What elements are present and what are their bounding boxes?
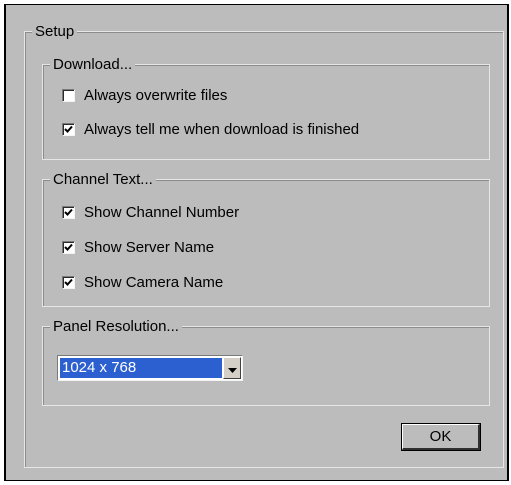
show-channel-number-checkbox[interactable]	[62, 206, 75, 219]
overwrite-files-option[interactable]: Always overwrite files	[62, 87, 227, 104]
setup-legend: Setup	[32, 23, 78, 40]
checkmark-icon	[64, 125, 73, 133]
panel-resolution-legend: Panel Resolution...	[50, 318, 182, 335]
checkmark-icon	[64, 208, 73, 216]
download-group: Download... Always overwrite files Alway…	[42, 56, 490, 160]
overwrite-files-checkbox[interactable]	[62, 89, 75, 102]
ok-button[interactable]: OK	[401, 423, 481, 451]
download-finished-checkbox[interactable]	[62, 123, 75, 136]
show-channel-number-label: Show Channel Number	[84, 204, 240, 221]
show-server-name-label: Show Server Name	[84, 239, 215, 256]
resolution-select[interactable]: 1024 x 768	[57, 355, 243, 381]
download-finished-label: Always tell me when download is finished	[84, 121, 360, 138]
show-server-name-option[interactable]: Show Server Name	[62, 239, 214, 256]
checkmark-icon	[64, 278, 73, 286]
channel-text-group: Channel Text... Show Channel Number Show…	[42, 171, 490, 307]
show-channel-number-option[interactable]: Show Channel Number	[62, 204, 239, 221]
show-server-name-checkbox[interactable]	[62, 241, 75, 254]
download-legend: Download...	[50, 56, 136, 73]
setup-dialog: Setup Download... Always overwrite files…	[4, 4, 509, 481]
overwrite-files-label: Always overwrite files	[84, 87, 228, 104]
panel-resolution-group: Panel Resolution... 1024 x 768	[42, 318, 490, 406]
dropdown-arrow-button[interactable]	[223, 357, 241, 379]
checkmark-icon	[64, 243, 73, 251]
show-camera-name-option[interactable]: Show Camera Name	[62, 274, 223, 291]
show-camera-name-label: Show Camera Name	[84, 274, 224, 291]
resolution-selected-value: 1024 x 768	[60, 358, 222, 378]
channel-text-legend: Channel Text...	[50, 171, 156, 188]
download-finished-option[interactable]: Always tell me when download is finished	[62, 121, 359, 138]
chevron-down-icon	[227, 360, 237, 377]
show-camera-name-checkbox[interactable]	[62, 276, 75, 289]
